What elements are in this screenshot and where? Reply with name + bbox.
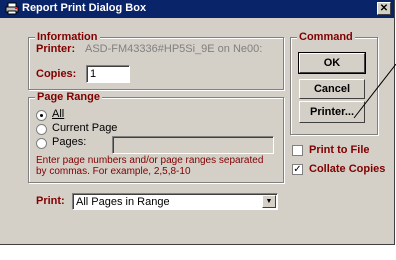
command-legend: Command	[297, 31, 355, 43]
copies-label: Copies:	[36, 68, 77, 80]
pages-input[interactable]	[112, 136, 274, 154]
print-select-value: All Pages in Range	[76, 196, 170, 208]
radio-all[interactable]	[36, 110, 47, 121]
radio-selected-dot	[40, 114, 43, 117]
chevron-down-icon[interactable]: ▼	[262, 195, 276, 208]
page-range-legend: Page Range	[35, 91, 102, 103]
ok-button[interactable]: OK	[298, 52, 366, 74]
radio-pages-label[interactable]: Pages:	[52, 136, 86, 148]
close-button[interactable]: ✕	[377, 2, 391, 15]
printer-setup-button[interactable]: Printer...	[299, 101, 365, 123]
printer-value: ASD-FM43336#HP5Si_9E on Ne00:	[85, 43, 263, 55]
print-label: Print:	[36, 195, 65, 207]
radio-current-page-label[interactable]: Current Page	[52, 122, 117, 134]
checkmark-icon: ✓	[293, 164, 302, 175]
collate-copies-checkbox[interactable]: ✓	[292, 164, 303, 175]
cancel-button[interactable]: Cancel	[299, 79, 365, 99]
window-title: Report Print Dialog Box	[22, 2, 147, 14]
copies-input[interactable]: 1	[86, 65, 130, 83]
print-to-file-checkbox[interactable]	[292, 145, 303, 156]
printer-label: Printer:	[36, 43, 76, 55]
report-print-dialog: Report Print Dialog Box ✕ Information Pr…	[0, 0, 395, 245]
print-to-file-label[interactable]: Print to File	[309, 144, 370, 156]
printer-icon	[5, 2, 19, 15]
information-legend: Information	[35, 31, 100, 43]
title-bar: Report Print Dialog Box ✕	[0, 0, 394, 18]
radio-pages[interactable]	[36, 138, 47, 149]
print-select[interactable]: All Pages in Range ▼	[72, 193, 278, 210]
radio-current-page[interactable]	[36, 124, 47, 135]
radio-all-label[interactable]: All	[52, 108, 64, 120]
page-range-hint: Enter page numbers and/or page ranges se…	[36, 155, 264, 177]
collate-copies-label[interactable]: Collate Copies	[309, 163, 385, 175]
